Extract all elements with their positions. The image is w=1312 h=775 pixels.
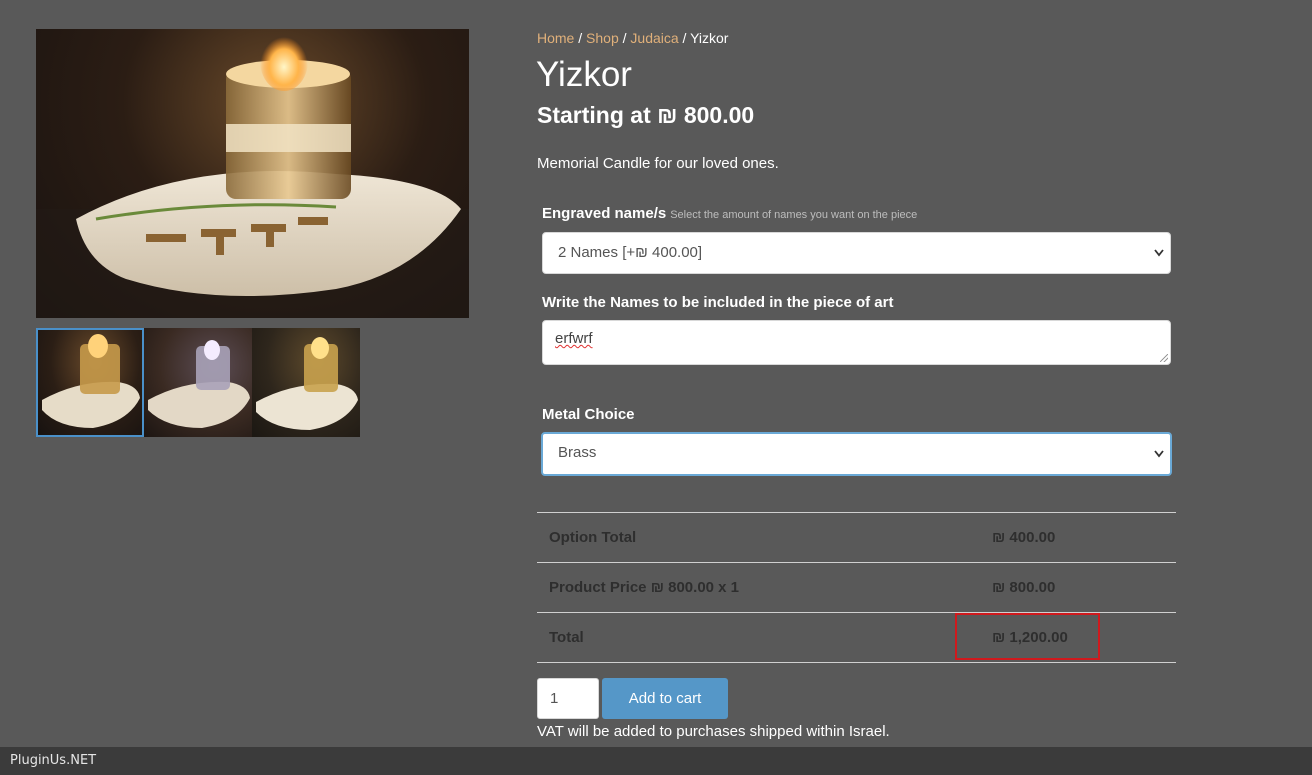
option-total-value: ₪ 400.00: [980, 512, 1176, 563]
total-highlight-box: [955, 613, 1100, 660]
product-main-image[interactable]: [36, 29, 469, 318]
breadcrumb: Home / Shop / Judaica / Yizkor: [537, 30, 728, 46]
footer-bar: PluginUs.NET: [0, 747, 1312, 775]
breadcrumb-separator: /: [574, 30, 587, 46]
names-textarea[interactable]: erfwrf: [542, 320, 1171, 365]
thumbnail-strip: [36, 328, 360, 437]
product-title: Yizkor: [536, 55, 632, 94]
product-price-value: ₪ 800.00: [980, 562, 1176, 613]
add-to-cart-button[interactable]: Add to cart: [602, 678, 728, 719]
metal-choice-select[interactable]: Brass: [541, 432, 1172, 476]
product-short-description: Memorial Candle for our loved ones.: [537, 155, 779, 172]
grand-total-label: Total: [537, 612, 980, 663]
breadcrumb-separator: /: [678, 30, 691, 46]
metal-choice-label: Metal Choice: [542, 406, 635, 423]
thumbnail-1-image: [42, 334, 140, 428]
breadcrumb-judaica[interactable]: Judaica: [630, 30, 678, 46]
chevron-down-icon: [1154, 233, 1164, 290]
thumbnail-3[interactable]: [252, 328, 360, 437]
engraved-names-label-text: Engraved name/s: [542, 205, 667, 222]
table-row: Option Total ₪ 400.00: [537, 512, 1176, 563]
breadcrumb-shop[interactable]: Shop: [586, 30, 619, 46]
breadcrumb-home[interactable]: Home: [537, 30, 574, 46]
engraved-names-select[interactable]: 2 Names [+₪ 400.00]: [542, 232, 1171, 274]
resize-grip-icon[interactable]: [1160, 354, 1168, 362]
thumbnail-3-image: [256, 337, 358, 430]
quantity-input[interactable]: 1: [537, 678, 599, 719]
metal-choice-selected: Brass: [558, 444, 597, 461]
names-textarea-value: erfwrf: [555, 330, 593, 347]
product-price: Starting at ₪ 800.00: [537, 102, 755, 128]
thumbnail-2[interactable]: [144, 328, 252, 437]
breadcrumb-separator: /: [618, 30, 631, 46]
breadcrumb-current: Yizkor: [690, 30, 729, 46]
engraved-names-selected: 2 Names [+₪ 400.00]: [558, 244, 703, 261]
names-text-label: Write the Names to be included in the pi…: [542, 294, 894, 311]
engraved-names-label: Engraved name/s Select the amount of name…: [542, 205, 917, 222]
footer-brand: PluginUs.NET: [10, 753, 97, 768]
engraved-names-hint: Select the amount of names you want on t…: [670, 209, 918, 221]
thumbnail-1[interactable]: [36, 328, 144, 437]
candle-illustration: [36, 31, 469, 318]
table-row: Product Price ₪ 800.00 x 1 ₪ 800.00: [537, 562, 1176, 613]
thumbnail-2-image: [148, 340, 250, 428]
option-total-label: Option Total: [537, 512, 980, 563]
vat-note: VAT will be added to purchases shipped w…: [537, 723, 890, 740]
chevron-down-icon: [1154, 434, 1164, 490]
product-price-label: Product Price ₪ 800.00 x 1: [537, 562, 980, 613]
